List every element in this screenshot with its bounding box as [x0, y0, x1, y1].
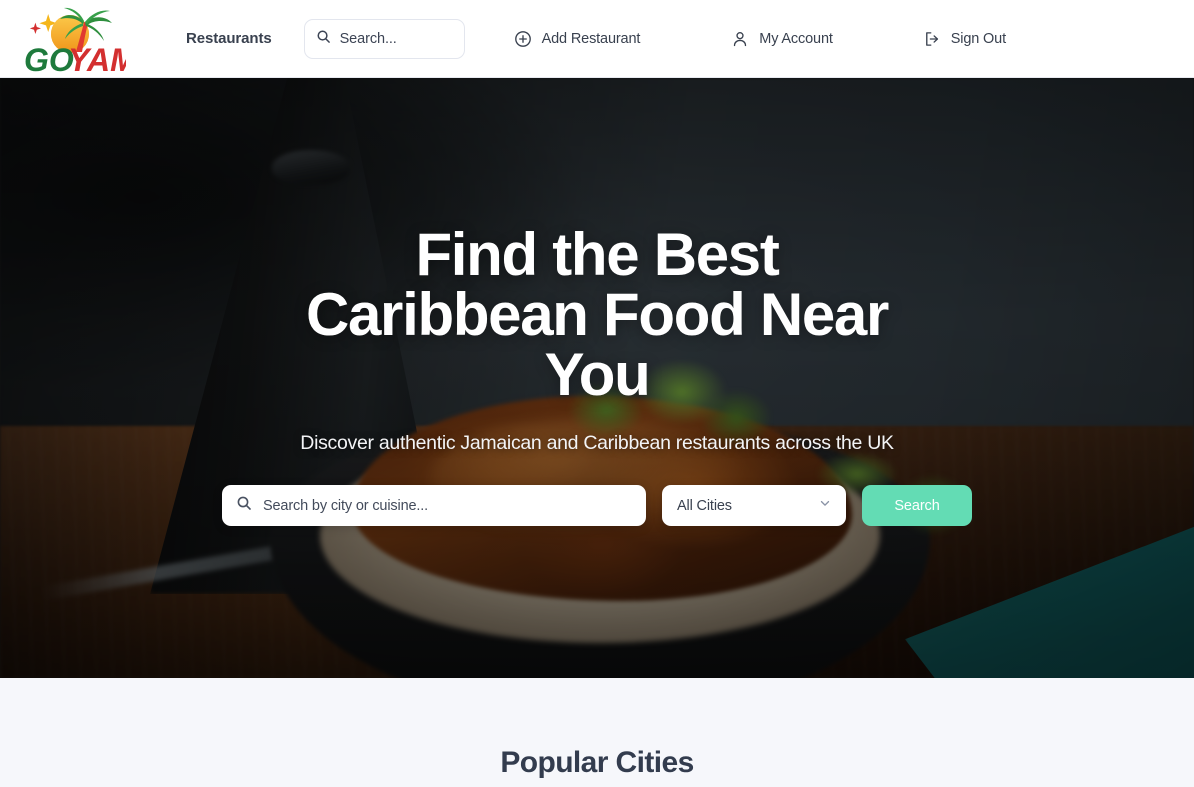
city-select-value: All Cities — [677, 497, 732, 514]
site-header: GO YAM! Restaurants Search... A — [0, 0, 1194, 78]
header-search-input[interactable]: Search... — [303, 18, 465, 59]
user-icon — [731, 30, 749, 48]
hero-search-placeholder: Search by city or cuisine... — [263, 497, 429, 514]
plus-circle-icon — [514, 30, 532, 48]
logo-goyam[interactable]: GO YAM! — [22, 3, 126, 75]
logo-goyam-icon: GO YAM! — [24, 7, 126, 75]
add-restaurant-label: Add Restaurant — [541, 30, 641, 47]
sign-out-label: Sign Out — [950, 30, 1006, 47]
nav-link-restaurants[interactable]: Restaurants — [186, 30, 272, 47]
svg-text:YAM!: YAM! — [68, 42, 126, 75]
header-actions: Add Restaurant My Account Sign Out — [514, 30, 1194, 48]
sign-out-icon — [923, 30, 941, 48]
my-account-label: My Account — [759, 30, 833, 47]
hero-title-line-2: Caribbean Food — [305, 281, 746, 348]
header-search-placeholder: Search... — [339, 30, 397, 47]
popular-cities-title: Popular Cities — [500, 746, 694, 779]
hero-section: Find the Best Caribbean Food Near You Di… — [0, 78, 1194, 678]
svg-text:GO: GO — [24, 42, 74, 75]
search-icon — [316, 29, 331, 49]
hero-title-line-1: Find the Best — [415, 221, 779, 288]
city-select[interactable]: All Cities — [662, 485, 846, 526]
hero-content: Find the Best Caribbean Food Near You Di… — [0, 78, 1194, 678]
sign-out-button[interactable]: Sign Out — [923, 30, 1006, 48]
popular-cities-section: Popular Cities — [0, 678, 1194, 787]
my-account-button[interactable]: My Account — [731, 30, 833, 48]
hero-search-bar: Search by city or cuisine... All Cities … — [222, 485, 972, 526]
hero-search-button[interactable]: Search — [862, 485, 972, 526]
page-root: GO YAM! Restaurants Search... A — [0, 0, 1194, 787]
search-icon — [236, 495, 252, 516]
add-restaurant-button[interactable]: Add Restaurant — [514, 30, 641, 48]
hero-search-input[interactable]: Search by city or cuisine... — [222, 485, 646, 526]
hero-subtitle: Discover authentic Jamaican and Caribbea… — [300, 432, 894, 454]
chevron-down-icon — [818, 496, 832, 515]
hero-title: Find the Best Caribbean Food Near You — [287, 225, 907, 405]
